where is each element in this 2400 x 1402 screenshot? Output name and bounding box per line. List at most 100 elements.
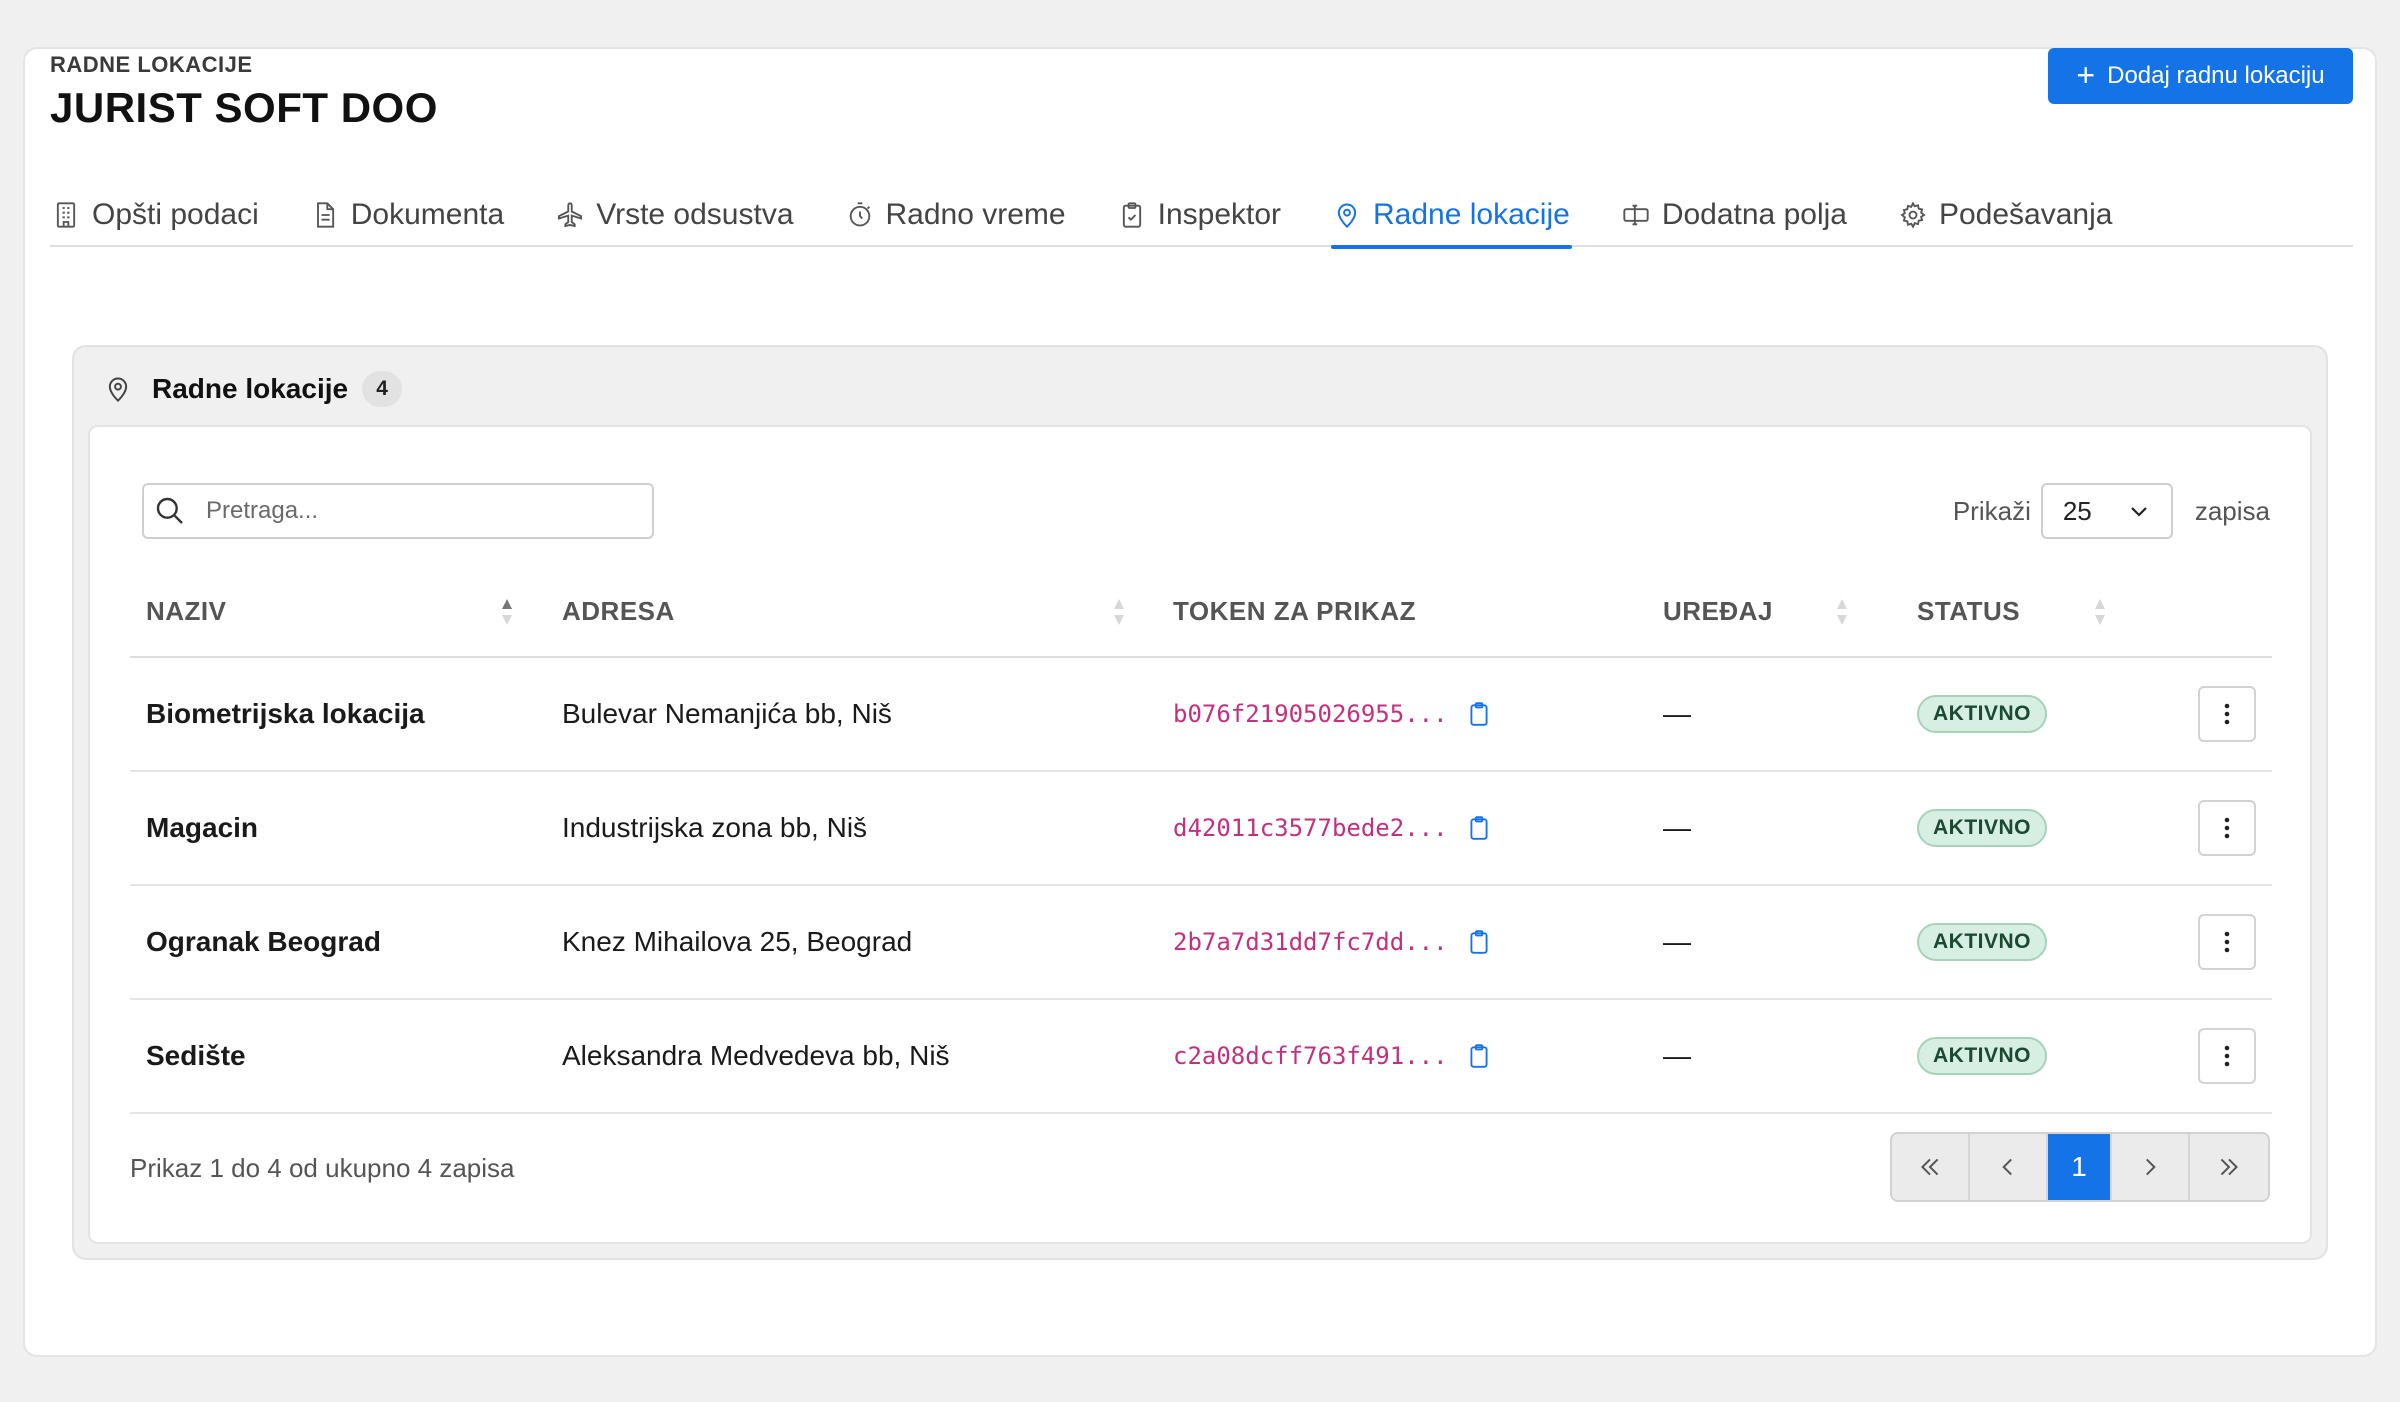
next-page-button[interactable] <box>2112 1134 2190 1200</box>
map-pin-icon <box>1337 203 1357 228</box>
table-row: Sedište Aleksandra Medvedeva bb, Niš c2a… <box>130 999 2272 1114</box>
input-field-icon <box>1623 204 1649 225</box>
status-badge: AKTIVNO <box>1917 695 2047 733</box>
row-actions-button[interactable] <box>2198 914 2256 970</box>
tab-label: Opšti podaci <box>92 197 259 231</box>
more-vertical-icon <box>2224 703 2230 725</box>
double-chevron-left-icon <box>1921 1158 1939 1176</box>
previous-page-button[interactable] <box>1970 1134 2048 1200</box>
more-vertical-icon <box>2224 1045 2230 1067</box>
page-title: JURIST SOFT DOO <box>50 84 438 131</box>
table-container: Prikaži 25 zapisa NAZIV ADRESA <box>88 425 2312 1244</box>
tab-label: Radno vreme <box>885 197 1066 231</box>
tab-label: Radne lokacije <box>1373 197 1570 231</box>
tab-documents[interactable]: Dokumenta <box>309 182 506 247</box>
tab-extra-fields[interactable]: Dodatna polja <box>1620 182 1849 247</box>
cell-token: c2a08dcff763f491... <box>1157 999 1647 1114</box>
page-size-control: Prikaži 25 zapisa <box>1953 483 2270 539</box>
row-actions-button[interactable] <box>2198 1028 2256 1084</box>
page-subtitle: RADNE LOKACIJE <box>50 52 253 77</box>
double-chevron-right-icon <box>2220 1158 2238 1176</box>
building-icon <box>56 201 76 228</box>
tab-absence-types[interactable]: Vrste odsustva <box>554 182 795 247</box>
cell-actions <box>2147 771 2272 886</box>
cell-name: Ogranak Beograd <box>130 885 546 1000</box>
panel-title: Radne lokacije <box>152 373 349 404</box>
row-actions-button[interactable] <box>2198 800 2256 856</box>
page-size-suffix: zapisa <box>2194 495 2270 526</box>
copy-clipboard-icon[interactable] <box>1466 701 1492 727</box>
chevron-down-icon <box>2131 507 2147 517</box>
cell-address: Aleksandra Medvedeva bb, Niš <box>546 999 1157 1114</box>
clipboard-check-icon <box>1122 201 1141 228</box>
cell-device: — <box>1647 657 1901 772</box>
locations-panel: Radne lokacije 4 Prikaži 25 zapisa NAZIV <box>72 345 2328 1260</box>
map-pin-icon <box>108 377 128 403</box>
cell-device: — <box>1647 999 1901 1114</box>
cell-token: 2b7a7d31dd7fc7dd... <box>1157 885 1647 1000</box>
plane-icon <box>558 201 583 227</box>
chevron-right-icon <box>2146 1158 2156 1176</box>
search-input[interactable] <box>206 497 626 525</box>
plus-icon: + <box>2076 56 2096 93</box>
cell-name: Magacin <box>130 771 546 886</box>
cell-status: AKTIVNO <box>1901 771 2147 886</box>
add-location-button[interactable]: + Dodaj radnu lokaciju <box>2048 48 2353 104</box>
status-badge: AKTIVNO <box>1917 809 2047 847</box>
page-size-value: 25 <box>2062 495 2092 526</box>
column-header-address[interactable]: ADRESA <box>546 567 1157 658</box>
column-header-token: TOKEN ZA PRIKAZ <box>1157 567 1647 658</box>
tab-general[interactable]: Opšti podaci <box>50 182 261 247</box>
cell-device: — <box>1647 885 1901 1000</box>
count-badge: 4 <box>362 371 403 407</box>
first-page-button[interactable] <box>1892 1134 1970 1200</box>
copy-clipboard-icon[interactable] <box>1466 815 1492 841</box>
document-icon <box>316 201 334 228</box>
tab-inspector[interactable]: Inspektor <box>1116 182 1283 247</box>
panel-header: Radne lokacije 4 <box>104 369 403 409</box>
copy-clipboard-icon[interactable] <box>1466 1043 1492 1069</box>
column-header-device[interactable]: UREĐAJ <box>1647 567 1901 658</box>
cell-status: AKTIVNO <box>1901 657 2147 772</box>
row-actions-button[interactable] <box>2198 686 2256 742</box>
gear-icon <box>1900 200 1926 229</box>
cell-device: — <box>1647 771 1901 886</box>
column-header-status[interactable]: STATUS <box>1901 567 2147 658</box>
page-size-prefix: Prikaži <box>1952 495 2031 526</box>
tab-working-hours[interactable]: Radno vreme <box>844 182 1068 247</box>
page-button-current[interactable]: 1 <box>2048 1134 2112 1200</box>
cell-name: Sedište <box>130 999 546 1114</box>
more-vertical-icon <box>2224 817 2230 839</box>
sort-icon <box>1835 597 1849 627</box>
cell-token: d42011c3577bede2... <box>1157 771 1647 886</box>
chevron-left-icon <box>2002 1158 2012 1176</box>
tab-label: Inspektor <box>1157 197 1282 231</box>
search-icon <box>156 497 183 524</box>
page-size-select[interactable]: 25 <box>2040 483 2173 539</box>
copy-clipboard-icon[interactable] <box>1466 929 1492 955</box>
column-header-actions <box>2147 567 2272 658</box>
cell-token: b076f21905026955... <box>1157 657 1647 772</box>
cell-actions <box>2147 657 2272 772</box>
token-value: d42011c3577bede2... <box>1173 814 1448 842</box>
tab-label: Dodatna polja <box>1661 197 1847 231</box>
table-row: Magacin Industrijska zona bb, Niš d42011… <box>130 771 2272 886</box>
token-value: b076f21905026955... <box>1173 700 1448 728</box>
pagination: 1 <box>1890 1132 2270 1202</box>
table-row: Ogranak Beograd Knez Mihailova 25, Beogr… <box>130 885 2272 1000</box>
tab-work-locations[interactable]: Radne lokacije <box>1331 182 1572 249</box>
cell-status: AKTIVNO <box>1901 999 2147 1114</box>
tab-settings[interactable]: Podešavanja <box>1897 182 2114 247</box>
cell-name: Biometrijska lokacija <box>130 657 546 772</box>
cell-address: Knez Mihailova 25, Beograd <box>546 885 1157 1000</box>
tab-label: Dokumenta <box>350 197 505 231</box>
add-location-label: Dodaj radnu lokaciju <box>2107 62 2325 89</box>
tab-bar: Opšti podaci Dokumenta Vrste odsustva Ra… <box>50 182 2353 249</box>
token-value: c2a08dcff763f491... <box>1173 1042 1448 1070</box>
last-page-button[interactable] <box>2190 1134 2268 1200</box>
column-header-name[interactable]: NAZIV <box>130 567 546 658</box>
status-badge: AKTIVNO <box>1917 923 2047 961</box>
token-value: 2b7a7d31dd7fc7dd... <box>1173 928 1448 956</box>
sort-icon <box>2093 597 2107 627</box>
sort-icon <box>1112 597 1126 627</box>
